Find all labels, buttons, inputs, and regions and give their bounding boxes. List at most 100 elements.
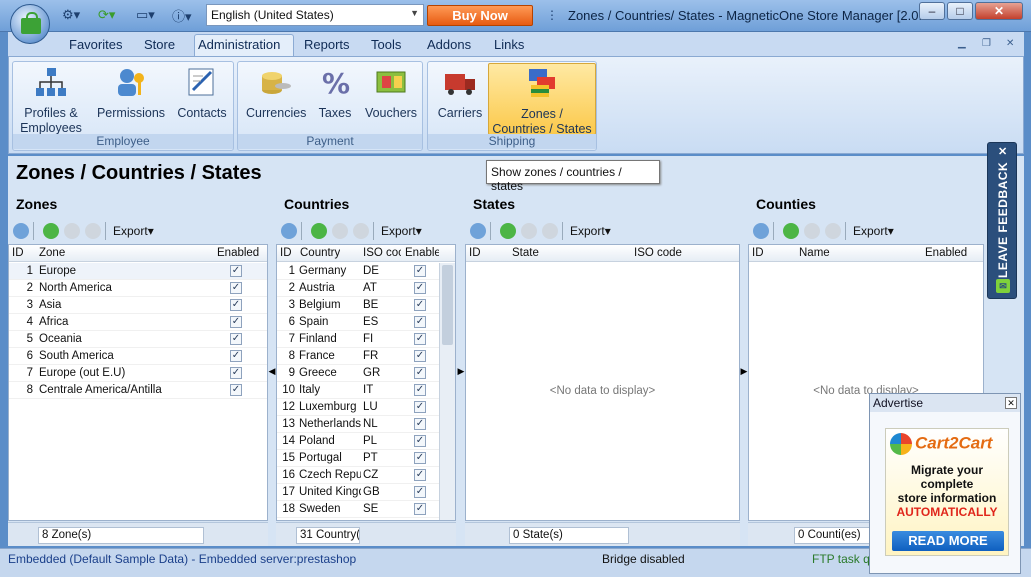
help-icon[interactable]: ⓘ▾ <box>172 6 192 24</box>
carriers-button[interactable]: Carriers <box>434 66 486 121</box>
close-icon[interactable]: ✕ <box>998 145 1007 158</box>
enabled-checkbox[interactable]: ✓ <box>414 418 426 430</box>
table-row[interactable]: 7 Finland FI ✓ <box>277 331 455 348</box>
enabled-checkbox[interactable]: ✓ <box>414 299 426 311</box>
column-enabled[interactable]: Enabled <box>217 247 259 259</box>
edit-icon[interactable] <box>64 223 80 239</box>
table-row[interactable]: 7 Europe (out E.U) ✓ <box>9 365 267 382</box>
maximize-button[interactable]: □ <box>947 2 973 20</box>
tab-links[interactable]: Links <box>494 37 524 52</box>
enabled-checkbox[interactable]: ✓ <box>414 333 426 345</box>
mdi-restore-icon[interactable]: ❐ <box>982 38 991 49</box>
vertical-scrollbar[interactable] <box>439 263 455 520</box>
column-state[interactable]: State <box>512 247 539 259</box>
enabled-checkbox[interactable]: ✓ <box>414 367 426 379</box>
refresh-icon[interactable] <box>281 223 297 239</box>
column-zone[interactable]: Zone <box>39 247 65 259</box>
splitter-middle-icon[interactable]: ▶ <box>457 196 465 546</box>
enabled-checkbox[interactable]: ✓ <box>414 435 426 447</box>
leave-feedback-tab[interactable]: ✕ LEAVE FEEDBACK ✉ <box>987 142 1017 299</box>
refresh-icon[interactable] <box>753 223 769 239</box>
enabled-checkbox[interactable]: ✓ <box>230 265 242 277</box>
edit-icon[interactable] <box>521 223 537 239</box>
enabled-checkbox[interactable]: ✓ <box>230 299 242 311</box>
enabled-checkbox[interactable]: ✓ <box>414 401 426 413</box>
table-row[interactable]: 14 Poland PL ✓ <box>277 433 455 450</box>
table-row[interactable]: 13 Netherlands NL ✓ <box>277 416 455 433</box>
enabled-checkbox[interactable]: ✓ <box>230 333 242 345</box>
add-icon[interactable] <box>500 223 516 239</box>
add-icon[interactable] <box>783 223 799 239</box>
edit-icon[interactable] <box>332 223 348 239</box>
contacts-button[interactable]: Contacts <box>175 66 229 121</box>
enabled-checkbox[interactable]: ✓ <box>414 350 426 362</box>
table-row[interactable]: 6 South America ✓ <box>9 348 267 365</box>
enabled-checkbox[interactable]: ✓ <box>414 486 426 498</box>
column-id[interactable]: ID <box>12 247 24 259</box>
close-icon[interactable]: ✕ <box>1005 397 1017 409</box>
edit-icon[interactable] <box>804 223 820 239</box>
column-name[interactable]: Name <box>799 247 830 259</box>
table-row[interactable]: 10 Italy IT ✓ <box>277 382 455 399</box>
table-row[interactable]: 15 Portugal PT ✓ <box>277 450 455 467</box>
delete-icon[interactable] <box>825 223 841 239</box>
table-row[interactable]: 2 Austria AT ✓ <box>277 280 455 297</box>
table-row[interactable]: 18 Sweden SE ✓ <box>277 501 455 518</box>
table-row[interactable]: 3 Belgium BE ✓ <box>277 297 455 314</box>
enabled-checkbox[interactable]: ✓ <box>230 367 242 379</box>
tab-favorites[interactable]: Favorites <box>69 37 122 52</box>
settings-icon[interactable]: ⚙▾ <box>62 6 80 24</box>
tab-addons[interactable]: Addons <box>427 37 471 52</box>
table-row[interactable]: 1 Germany DE ✓ <box>277 263 455 280</box>
zones-countries-states-button[interactable]: Zones / Countries / States <box>488 63 596 136</box>
delete-icon[interactable] <box>542 223 558 239</box>
table-row[interactable]: 8 France FR ✓ <box>277 348 455 365</box>
table-row[interactable]: 5 Oceania ✓ <box>9 331 267 348</box>
mdi-minimize-icon[interactable]: ▁ <box>958 38 966 49</box>
tab-store[interactable]: Store <box>144 37 175 52</box>
enabled-checkbox[interactable]: ✓ <box>414 282 426 294</box>
language-select[interactable]: English (United States) ▼ <box>206 4 424 26</box>
column-country[interactable]: Country <box>300 247 340 259</box>
enabled-checkbox[interactable]: ✓ <box>230 316 242 328</box>
column-iso-code[interactable]: ISO code <box>634 247 682 259</box>
table-row[interactable]: 3 Asia ✓ <box>9 297 267 314</box>
read-more-button[interactable]: READ MORE <box>892 531 1004 551</box>
profiles-employees-button[interactable]: Profiles & Employees <box>19 66 83 136</box>
export-button[interactable]: Export ▾ <box>381 224 422 238</box>
splitter-right-icon[interactable]: ▶ <box>740 196 748 546</box>
add-icon[interactable] <box>311 223 327 239</box>
taxes-button[interactable]: % Taxes <box>312 66 358 121</box>
column-enabled[interactable]: Enabled <box>925 247 967 259</box>
export-button[interactable]: Export ▾ <box>570 224 611 238</box>
delete-icon[interactable] <box>353 223 369 239</box>
column-enabled[interactable]: Enablec <box>405 247 439 259</box>
mdi-close-icon[interactable]: ✕ <box>1006 38 1014 49</box>
splitter-left-icon[interactable]: ◀ <box>268 196 276 546</box>
enabled-checkbox[interactable]: ✓ <box>414 503 426 515</box>
enabled-checkbox[interactable]: ✓ <box>414 265 426 277</box>
enabled-checkbox[interactable]: ✓ <box>230 350 242 362</box>
enabled-checkbox[interactable]: ✓ <box>414 316 426 328</box>
tab-reports[interactable]: Reports <box>304 37 350 52</box>
vouchers-button[interactable]: Vouchers <box>362 66 420 121</box>
table-row[interactable]: 4 Africa ✓ <box>9 314 267 331</box>
tab-tools[interactable]: Tools <box>371 37 401 52</box>
table-row[interactable]: 16 Czech Reput CZ ✓ <box>277 467 455 484</box>
app-menu-button[interactable] <box>10 4 50 44</box>
table-row[interactable]: 9 Greece GR ✓ <box>277 365 455 382</box>
export-button[interactable]: Export ▾ <box>113 224 154 238</box>
table-row[interactable]: 2 North America ✓ <box>9 280 267 297</box>
column-id[interactable]: ID <box>752 247 764 259</box>
enabled-checkbox[interactable]: ✓ <box>414 469 426 481</box>
table-row[interactable]: 8 Centrale America/Antilla ✓ <box>9 382 267 399</box>
tab-administration[interactable]: Administration <box>198 37 280 52</box>
enabled-checkbox[interactable]: ✓ <box>414 452 426 464</box>
table-row[interactable]: 1 Europe ✓ <box>9 263 267 280</box>
table-row[interactable]: 6 Spain ES ✓ <box>277 314 455 331</box>
buy-now-button[interactable]: Buy Now <box>427 5 533 26</box>
advert-banner[interactable]: Cart2Cart Migrate your complete store in… <box>885 428 1009 556</box>
refresh-icon[interactable]: ⟳▾ <box>98 6 115 24</box>
add-icon[interactable] <box>43 223 59 239</box>
refresh-icon[interactable] <box>13 223 29 239</box>
